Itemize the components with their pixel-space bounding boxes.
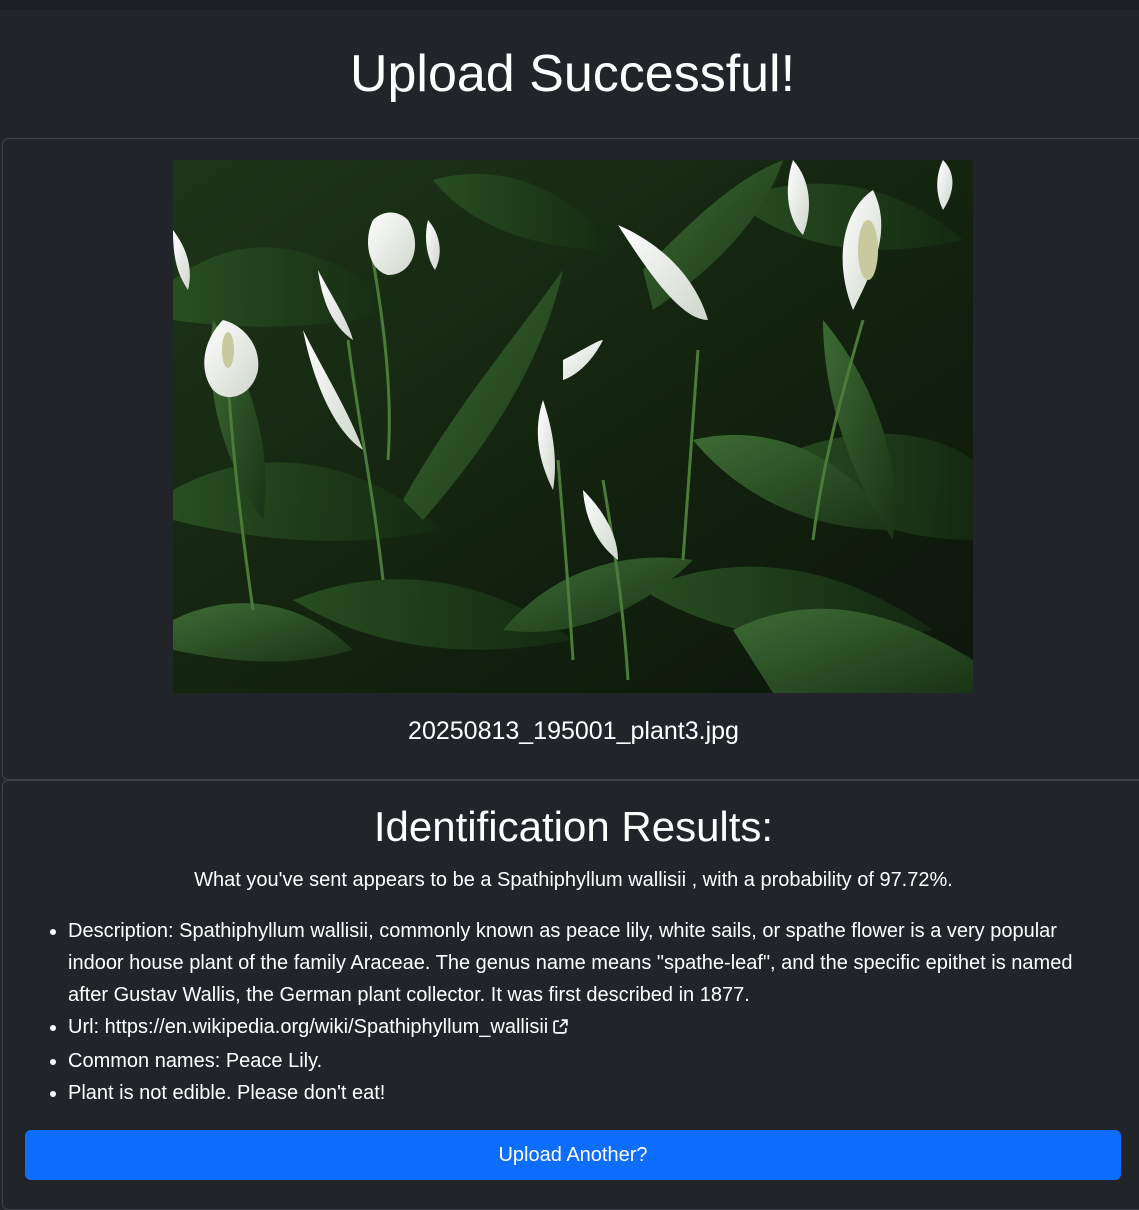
uploaded-image-card: 20250813_195001_plant3.jpg (2, 138, 1139, 780)
list-item-description: Description: Spathiphyllum wallisii, com… (68, 915, 1108, 1011)
uploaded-filename: 20250813_195001_plant3.jpg (408, 717, 739, 745)
top-bar (0, 0, 1139, 10)
page-title: Upload Successful! (349, 45, 796, 103)
external-link-icon[interactable] (552, 1013, 569, 1045)
identification-results-card: Identification Results: What you've sent… (2, 780, 1139, 1210)
list-item-common-names: Common names: Peace Lily. (68, 1045, 1108, 1077)
uploaded-plant-photo (173, 160, 973, 693)
list-item-url: Url: https://en.wikipedia.org/wiki/Spath… (68, 1011, 1108, 1045)
results-heading: Identification Results: (373, 803, 774, 850)
wikipedia-link[interactable]: https://en.wikipedia.org/wiki/Spathiphyl… (105, 1016, 549, 1038)
identification-summary: What you've sent appears to be a Spathip… (194, 869, 953, 891)
upload-another-button[interactable]: Upload Another? (25, 1130, 1121, 1180)
url-label: Url: (68, 1016, 105, 1038)
list-item-edibility: Plant is not edible. Please don't eat! (68, 1077, 1108, 1109)
plant-details-list: Description: Spathiphyllum wallisii, com… (28, 915, 1108, 1109)
